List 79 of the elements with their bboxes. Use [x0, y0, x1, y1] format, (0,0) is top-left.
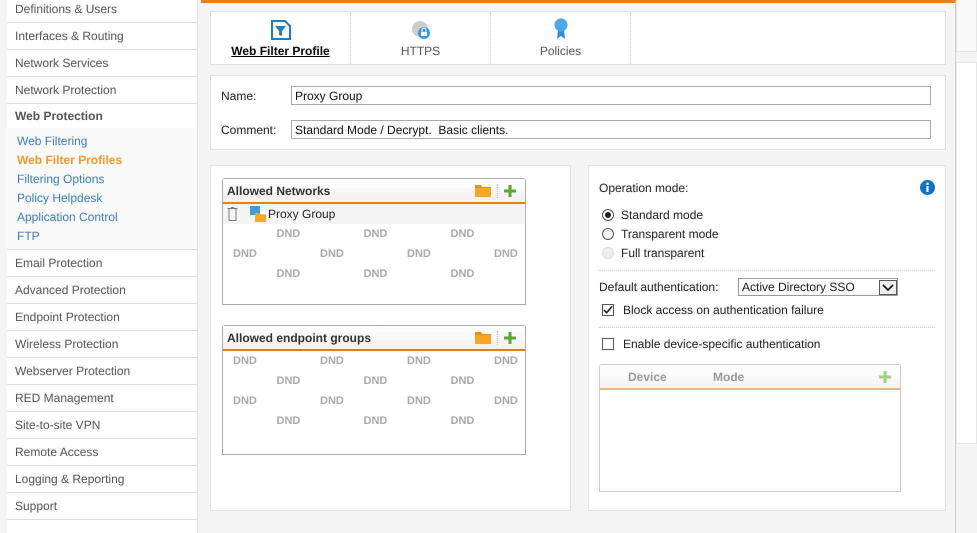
folder-icon[interactable] [475, 184, 491, 197]
watermark-text: DND [233, 395, 258, 407]
authentication-dropdown[interactable]: Active Directory SSO [738, 278, 898, 296]
watermark-text: DND [364, 268, 388, 280]
radio-button[interactable] [602, 208, 614, 220]
watermark-text: DND [450, 415, 476, 427]
field-label: Comment: [221, 122, 278, 136]
watermark-text: DND [320, 395, 345, 407]
watermark-text: DND [276, 375, 302, 387]
sidebar-item[interactable]: RED Management [7, 385, 197, 412]
list-title: Allowed Networks [227, 184, 332, 198]
watermark-text: DND [450, 375, 476, 387]
name-field[interactable]: Proxy Group [291, 86, 931, 105]
sidebar-subitem[interactable]: Application Control [7, 208, 197, 227]
sidebar-subitem[interactable]: Filtering Options [7, 170, 197, 189]
sidebar-item[interactable]: Endpoint Protection [7, 304, 197, 331]
folder-icon[interactable] [475, 331, 491, 344]
network-group-icon [250, 206, 266, 222]
checkbox[interactable] [602, 304, 614, 316]
radio-button[interactable] [602, 228, 614, 240]
sidebar-subitem[interactable]: FTP [7, 227, 197, 246]
watermark-text: DND [276, 268, 302, 280]
watermark-text: DND [320, 355, 345, 367]
watermark-text: DND [494, 248, 519, 260]
watermark-text: DND [407, 395, 432, 407]
list-title: Allowed endpoint groups [227, 330, 372, 344]
sidebar-item[interactable]: Logging & Reporting [7, 466, 197, 493]
radio-label: Full transparent [621, 246, 704, 260]
watermark-text: DND [320, 248, 345, 260]
field-label: Name: [221, 88, 258, 102]
watermark-text: DND [450, 268, 476, 280]
sidebar-item[interactable]: Network Protection [7, 77, 197, 104]
watermark-text: DND [364, 415, 388, 427]
sidebar-item[interactable]: Definitions & Users [7, 0, 197, 23]
field-label: Default authentication: [599, 280, 720, 294]
comment-field[interactable]: Standard Mode / Decrypt. Basic clients. [291, 120, 931, 139]
trash-icon[interactable] [227, 206, 238, 222]
add-icon[interactable] [504, 332, 516, 344]
watermark-text: DND [364, 228, 388, 240]
checkbox-label: Block access on authentication failure [623, 303, 824, 317]
tab[interactable]: Policies [491, 12, 631, 64]
sidebar-subitem[interactable]: Web Filtering [7, 132, 197, 151]
sidebar-item[interactable]: Wireless Protection [7, 331, 197, 358]
tab[interactable]: HTTPS [351, 12, 491, 64]
column-header: Mode [713, 370, 746, 384]
list-item[interactable]: Proxy Group [223, 204, 525, 224]
sidebar-item[interactable]: Support [7, 493, 197, 520]
sidebar-item[interactable]: Remote Access [7, 439, 197, 466]
checkbox-label: Enable device-specific authentication [623, 337, 820, 351]
sidebar-item[interactable]: Advanced Protection [7, 277, 197, 304]
sidebar-item[interactable]: Network Services [7, 50, 197, 77]
section-label: Operation mode: [599, 180, 688, 194]
radio-label: Transparent mode [621, 226, 719, 240]
info-icon[interactable] [920, 180, 935, 195]
sidebar-item[interactable]: Email Protection [7, 250, 197, 277]
watermark-text: DND [494, 395, 519, 407]
watermark-text: DND [276, 228, 302, 240]
add-icon[interactable] [504, 184, 516, 196]
globe-lock-icon [410, 20, 432, 40]
sidebar-item[interactable]: Webserver Protection [7, 358, 197, 385]
watermark-text: DND [407, 355, 432, 367]
watermark-text: DND [233, 248, 258, 260]
filter-icon [270, 20, 290, 40]
watermark-text: DND [276, 415, 302, 427]
caret-icon [879, 280, 897, 294]
watermark-text: DND [407, 248, 432, 260]
sidebar-item[interactable]: Site-to-site VPN [7, 412, 197, 439]
sidebar-item[interactable]: Web Protection [7, 104, 197, 128]
tab[interactable]: Web Filter Profile [211, 12, 351, 64]
checkbox[interactable] [602, 338, 614, 350]
watermark-text: DND [364, 375, 388, 387]
watermark-text: DND [233, 355, 258, 367]
column-header: Device [628, 370, 668, 384]
sidebar-subitem[interactable]: Policy Helpdesk [7, 189, 197, 208]
watermark-text: DND [494, 355, 519, 367]
watermark-text: DND [450, 228, 476, 240]
sidebar-item[interactable]: Interfaces & Routing [7, 23, 197, 50]
radio-label: Standard mode [621, 208, 704, 222]
ribbon-icon [552, 18, 568, 40]
